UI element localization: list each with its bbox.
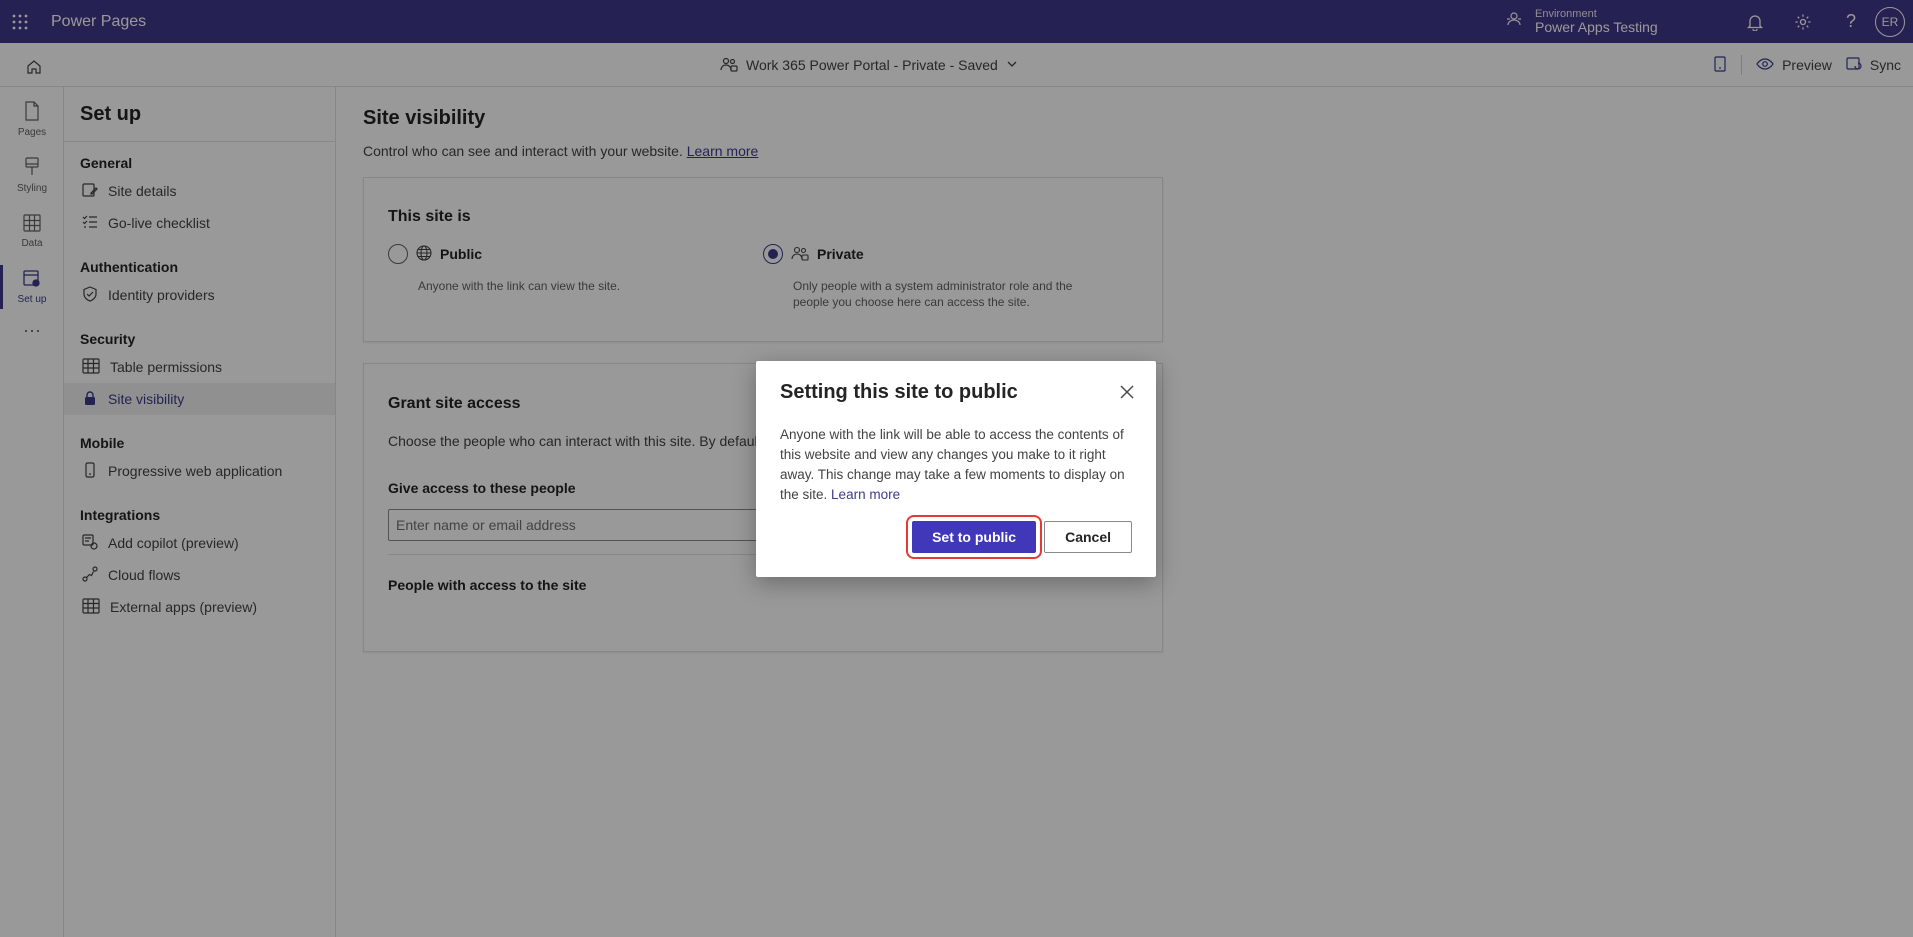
set-public-dialog: Setting this site to public Anyone with … (756, 361, 1156, 577)
dialog-actions: Set to public Cancel (906, 515, 1132, 559)
dialog-title: Setting this site to public (780, 381, 1018, 403)
dialog-body: Anyone with the link will be able to acc… (780, 425, 1132, 505)
dialog-learn-more-link[interactable]: Learn more (831, 487, 900, 502)
cancel-button[interactable]: Cancel (1044, 521, 1132, 553)
close-icon[interactable] (1116, 381, 1138, 403)
set-to-public-button[interactable]: Set to public (906, 515, 1043, 559)
